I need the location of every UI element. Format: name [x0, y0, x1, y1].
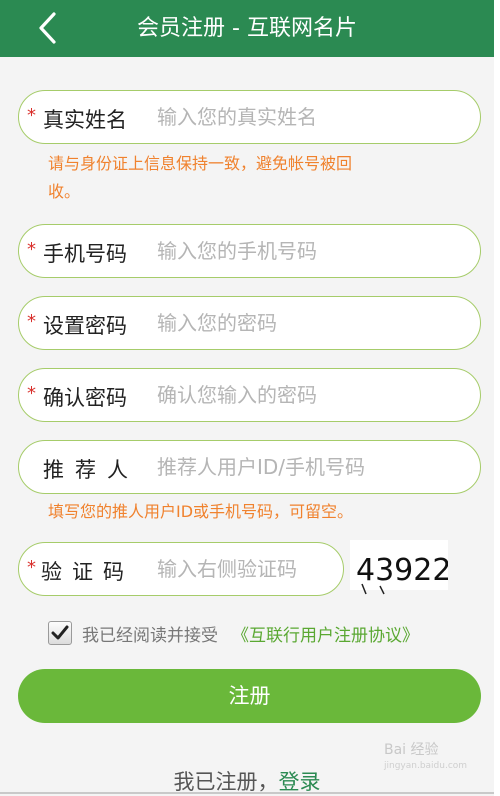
captcha-code: 43922: [356, 553, 448, 588]
phone-field: * 手机号码: [18, 224, 481, 278]
real-name-field: * 真实姓名: [18, 90, 481, 144]
password-field: * 设置密码: [18, 296, 481, 350]
required-mark: *: [27, 105, 36, 126]
referrer-field: 推荐人: [18, 440, 481, 494]
page-title: 会员注册 - 互联网名片: [137, 16, 357, 41]
captcha-field: * 验证码: [18, 542, 344, 596]
bottom-divider: [0, 792, 494, 794]
required-mark: *: [27, 239, 36, 260]
check-icon: [51, 625, 69, 640]
right-margin: [494, 0, 500, 796]
register-button[interactable]: 注册: [18, 669, 481, 723]
confirm-password-label: 确认密码: [43, 386, 127, 410]
watermark-url: jingyan.baidu.com: [384, 761, 468, 771]
real-name-hint-line1: 请与身份证上信息保持一致，避免帐号被回: [48, 154, 353, 173]
chevron-left-icon: [39, 12, 56, 44]
captcha-graphic: 43922: [356, 553, 451, 595]
captcha-input[interactable]: [157, 551, 327, 587]
phone-label: 手机号码: [43, 242, 127, 266]
password-input[interactable]: [157, 305, 457, 341]
referrer-hint: 填写您的推人用户ID或手机号码，可留空。: [48, 502, 354, 521]
confirm-password-field: * 确认密码: [18, 368, 481, 422]
login-prompt: 我已注册，: [173, 770, 279, 794]
referrer-label: 推荐人: [43, 458, 139, 482]
captcha-label: 验证码: [41, 560, 134, 584]
app-header: 会员注册 - 互联网名片: [0, 0, 494, 57]
required-mark: *: [27, 311, 36, 332]
back-button[interactable]: [30, 11, 64, 45]
login-link[interactable]: 登录: [279, 770, 321, 794]
real-name-hint: 请与身份证上信息保持一致，避免帐号被回 收。: [48, 150, 352, 206]
password-label: 设置密码: [43, 314, 127, 338]
phone-input[interactable]: [157, 233, 457, 269]
real-name-input[interactable]: [157, 99, 457, 135]
captcha-image[interactable]: 43922: [350, 540, 451, 595]
agreement-link[interactable]: 《互联行用户注册协议》: [232, 621, 419, 646]
required-mark: *: [27, 557, 36, 578]
real-name-label: 真实姓名: [43, 108, 127, 132]
agree-text: 我已经阅读并接受: [82, 625, 218, 646]
real-name-hint-line2: 收。: [48, 182, 81, 201]
watermark: Bai 经验 jingyan.baidu.com: [384, 742, 467, 774]
agree-checkbox[interactable]: [48, 621, 72, 645]
agreement-row: 我已经阅读并接受 《互联行用户注册协议》: [48, 619, 419, 647]
confirm-password-input[interactable]: [157, 377, 457, 413]
watermark-brand: Bai 经验: [384, 742, 439, 758]
required-mark: *: [27, 383, 36, 404]
referrer-input[interactable]: [157, 449, 457, 485]
